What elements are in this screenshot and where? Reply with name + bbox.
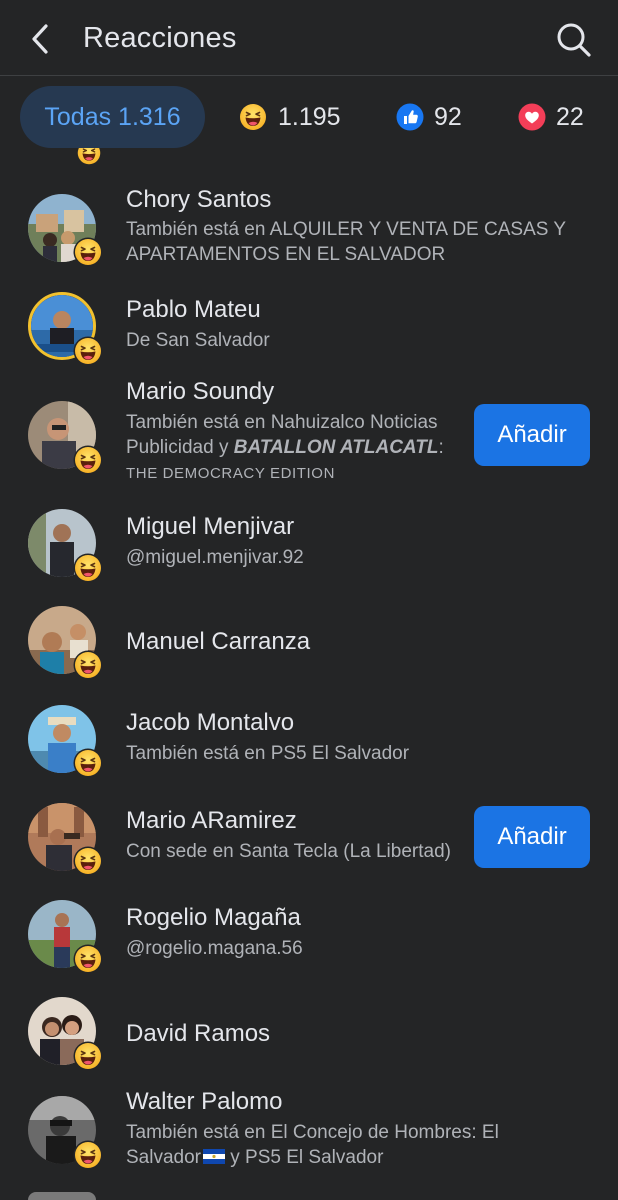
subtitle-bold-text: BATALLON ATLACATL [233, 437, 439, 458]
haha-emoji-icon [73, 846, 103, 876]
subtitle-small-caps: THE DEMOCRACY EDITION [126, 465, 336, 482]
person-name: Pablo Mateu [126, 296, 261, 323]
haha-emoji-icon [73, 445, 103, 475]
person-name: Jacob Montalvo [126, 709, 295, 736]
person-subtitle: También está en El Concejo de Hombres: E… [126, 1120, 596, 1170]
person-subtitle: @rogelio.magana.56 [126, 938, 303, 959]
add-friend-button[interactable]: Añadir [474, 404, 590, 466]
person-subtitle: @miguel.menjivar.92 [126, 547, 304, 568]
haha-emoji-icon [73, 650, 103, 680]
person-subtitle: También está en PS5 El Salvador [126, 743, 410, 764]
reactions-page: Reacciones Todas 1.316 1.195 92 22 Chory… [0, 0, 618, 1200]
subtitle-line-2a: Salvador [126, 1147, 201, 1168]
person-name: Manuel Carranza [126, 628, 311, 655]
haha-emoji-icon [73, 944, 103, 974]
person-subtitle: También está en Nahuizalco Noticias Publ… [126, 410, 466, 486]
haha-emoji-icon [73, 336, 103, 366]
person-name: Rogelio Magaña [126, 904, 301, 931]
person-name: Chory Santos [126, 186, 272, 213]
subtitle-line-2b: y PS5 El Salvador [225, 1147, 384, 1168]
person-name: Miguel Menjivar [126, 513, 295, 540]
haha-emoji-icon [73, 553, 103, 583]
person-subtitle: También está en ALQUILER Y VENTA DE CASA… [126, 219, 566, 265]
haha-emoji-icon [73, 748, 103, 778]
haha-emoji-icon [73, 1140, 103, 1170]
person-subtitle: De San Salvador [126, 330, 270, 351]
person-name: David Ramos [126, 1020, 271, 1047]
haha-emoji-icon [73, 237, 103, 267]
haha-emoji-icon [73, 1041, 103, 1071]
subtitle-line-1: También está en El Concejo de Hombres: E… [126, 1122, 499, 1143]
person-name: Walter Palomo [126, 1088, 283, 1115]
person-name: Mario ARamirez [126, 807, 297, 834]
reactions-list: Chory Santos También está en ALQUILER Y … [0, 0, 618, 1200]
el-salvador-flag-icon [203, 1149, 225, 1164]
subtitle-suffix: : [438, 437, 444, 458]
add-friend-button[interactable]: Añadir [474, 806, 590, 868]
avatar[interactable] [28, 1192, 96, 1200]
person-subtitle: Con sede en Santa Tecla (La Libertad) [126, 841, 451, 862]
person-name: Mario Soundy [126, 378, 275, 405]
